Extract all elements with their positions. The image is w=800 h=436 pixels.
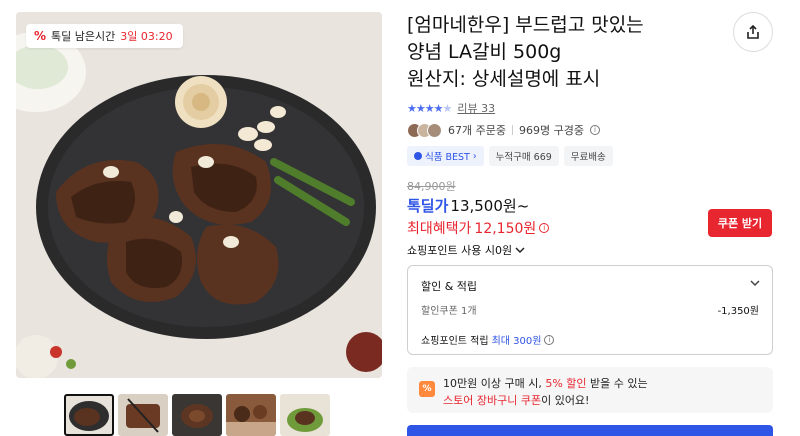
point-accrual-label: 쇼핑포인트 적립: [421, 336, 489, 347]
thumbnail-5[interactable]: [280, 394, 330, 436]
deal-timer-label: 톡딜 남은시간: [51, 30, 116, 43]
max-benefit-price: 최대혜택가 12,150원 i: [407, 218, 550, 238]
share-icon: [747, 24, 759, 39]
promo-line-2: 스토어 장바구니 쿠폰이 있어요!: [443, 392, 589, 408]
chip-free-shipping: 무료배송: [563, 146, 613, 166]
order-count: 67개 주문중: [448, 124, 506, 137]
best-badge-icon: [414, 152, 422, 160]
product-title-line-1: [엄마네한우] 부드럽고 맛있는: [407, 14, 644, 36]
star-rating: ★ ★ ★ ★ ★: [407, 101, 453, 115]
chip-food-best[interactable]: 식품 BEST ›: [407, 146, 484, 166]
point-accrual-max: 최대 300원: [491, 336, 542, 347]
store-cart-coupon-promo[interactable]: % 10만원 이상 구매 시, 5% 할인 받을 수 있는 스토어 장바구니 쿠…: [407, 367, 773, 413]
review-link[interactable]: 리뷰 33: [457, 100, 495, 116]
product-main-image: % 톡딜 남은시간 3일 03:20: [16, 12, 382, 378]
thumbnail-1[interactable]: [64, 394, 114, 436]
half-star-icon: ★: [442, 101, 453, 115]
star-icon: ★: [415, 101, 426, 115]
coupon-row: 할인쿠폰 1개 -1,350원: [421, 302, 759, 317]
percent-tag-icon: %: [34, 29, 47, 43]
bottom-action-bar[interactable]: [407, 425, 773, 436]
order-stats-row: 67개 주문중 969명 구경중 i: [407, 122, 600, 138]
info-icon[interactable]: i: [589, 125, 600, 135]
chip-label: 식품 BEST: [425, 152, 470, 163]
deal-timer-badge: % 톡딜 남은시간 3일 03:20: [26, 24, 183, 48]
max-price-value: 12,150원: [474, 221, 537, 237]
info-icon[interactable]: i: [539, 223, 550, 233]
promo-text: 이 있어요!: [541, 394, 590, 407]
viewer-count: 969명 구경중: [518, 124, 584, 137]
share-button[interactable]: [733, 12, 773, 52]
star-icon: ★: [433, 101, 444, 115]
thumbnail-3[interactable]: [172, 394, 222, 436]
product-title: [엄마네한우] 부드럽고 맛있는 양념 LA갈비 500g 원산지: 상세설명에…: [407, 12, 727, 93]
deal-price-value: 13,500원~: [450, 197, 530, 215]
thumbnail-strip: [64, 394, 330, 436]
chevron-down-icon: [515, 247, 525, 254]
star-icon: ★: [407, 101, 417, 115]
divider: [511, 125, 513, 135]
product-title-line-2: 양념 LA갈비 500g: [407, 41, 562, 63]
chevron-down-icon[interactable]: [750, 276, 760, 290]
deal-timer-time: 3일 03:20: [120, 30, 173, 43]
promo-text: 받을 수 있는: [586, 377, 648, 390]
galbi-plate-illustration: [16, 12, 382, 378]
badge-chips: 식품 BEST › 누적구매 669 무료배송: [407, 146, 613, 166]
promo-highlight: 스토어 장바구니 쿠폰: [443, 394, 542, 407]
promo-highlight: 5% 할인: [545, 377, 587, 390]
avatar: [427, 122, 442, 138]
chevron-right-icon: ›: [472, 150, 477, 162]
rating-row: ★ ★ ★ ★ ★ 리뷰 33: [407, 100, 495, 116]
chip-label: 누적구매 669: [495, 152, 552, 163]
get-coupon-button[interactable]: 쿠폰 받기: [708, 209, 772, 237]
point-use-label: 쇼핑포인트 사용 시0원: [407, 244, 513, 257]
buyer-avatars: [407, 122, 442, 138]
deal-price-label: 톡딜가: [407, 197, 449, 215]
benefit-header: 할인 & 적립: [421, 280, 478, 293]
max-price-label: 최대혜택가: [407, 221, 472, 237]
point-use-toggle[interactable]: 쇼핑포인트 사용 시0원: [407, 242, 525, 258]
chip-label: 무료배송: [570, 152, 606, 163]
chip-cumulative-purchase: 누적구매 669: [488, 146, 559, 166]
deal-price: 톡딜가 13,500원~: [407, 195, 529, 216]
thumbnail-2[interactable]: [118, 394, 168, 436]
product-title-line-3: 원산지: 상세설명에 표시: [407, 68, 601, 90]
info-icon[interactable]: i: [544, 334, 555, 345]
promo-text: 10만원 이상 구매 시,: [443, 377, 546, 390]
original-price: 84,900원: [407, 180, 456, 193]
coupon-label: 할인쿠폰 1개: [421, 306, 477, 317]
thumbnail-4[interactable]: [226, 394, 276, 436]
discount-benefit-panel: 할인 & 적립 할인쿠폰 1개 -1,350원 쇼핑포인트 적립 최대 300원…: [407, 265, 773, 355]
star-icon: ★: [424, 101, 435, 115]
promo-line-1: 10만원 이상 구매 시, 5% 할인 받을 수 있는: [443, 375, 648, 391]
coupon-amount: -1,350원: [717, 306, 759, 317]
point-accrual-row: 쇼핑포인트 적립 최대 300원 i: [421, 332, 555, 347]
percent-icon: %: [419, 381, 435, 397]
